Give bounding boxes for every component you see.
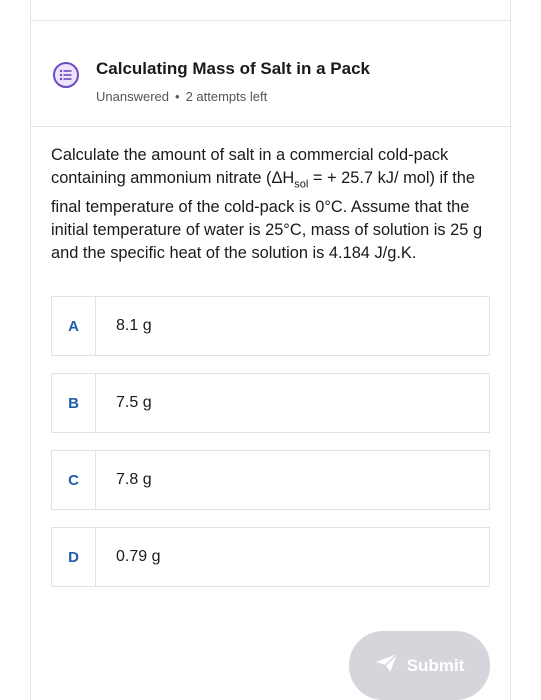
answer-option-d[interactable]: D 0.79 g bbox=[51, 527, 490, 587]
option-letter: B bbox=[52, 374, 96, 432]
option-value: 7.8 g bbox=[116, 471, 152, 488]
question-status-line: Unanswered • 2 attempts left bbox=[96, 89, 267, 104]
option-value: 7.5 g bbox=[116, 394, 152, 411]
answer-option-b[interactable]: B 7.5 g bbox=[51, 373, 490, 433]
attempts-left: 2 attempts left bbox=[185, 89, 268, 104]
question-header: Calculating Mass of Salt in a Pack Unans… bbox=[31, 21, 510, 127]
status-text: Unanswered bbox=[96, 89, 169, 104]
answer-option-c[interactable]: C 7.8 g bbox=[51, 450, 490, 510]
option-value: 8.1 g bbox=[116, 317, 152, 334]
submit-button[interactable]: Submit bbox=[349, 631, 490, 700]
question-list-icon bbox=[53, 62, 79, 88]
separator-dot: • bbox=[175, 89, 180, 104]
question-title: Calculating Mass of Salt in a Pack bbox=[96, 59, 370, 78]
answer-option-a[interactable]: A 8.1 g bbox=[51, 296, 490, 356]
send-icon bbox=[375, 653, 399, 678]
option-letter: C bbox=[52, 451, 96, 509]
option-value: 0.79 g bbox=[116, 548, 161, 565]
question-text: Calculate the amount of salt in a commer… bbox=[51, 144, 491, 265]
option-letter: A bbox=[52, 297, 96, 355]
submit-label: Submit bbox=[406, 655, 465, 675]
option-letter: D bbox=[52, 528, 96, 586]
divider bbox=[31, 126, 510, 127]
question-card: Calculating Mass of Salt in a Pack Unans… bbox=[30, 0, 511, 700]
question-subscript: sol bbox=[294, 178, 309, 191]
